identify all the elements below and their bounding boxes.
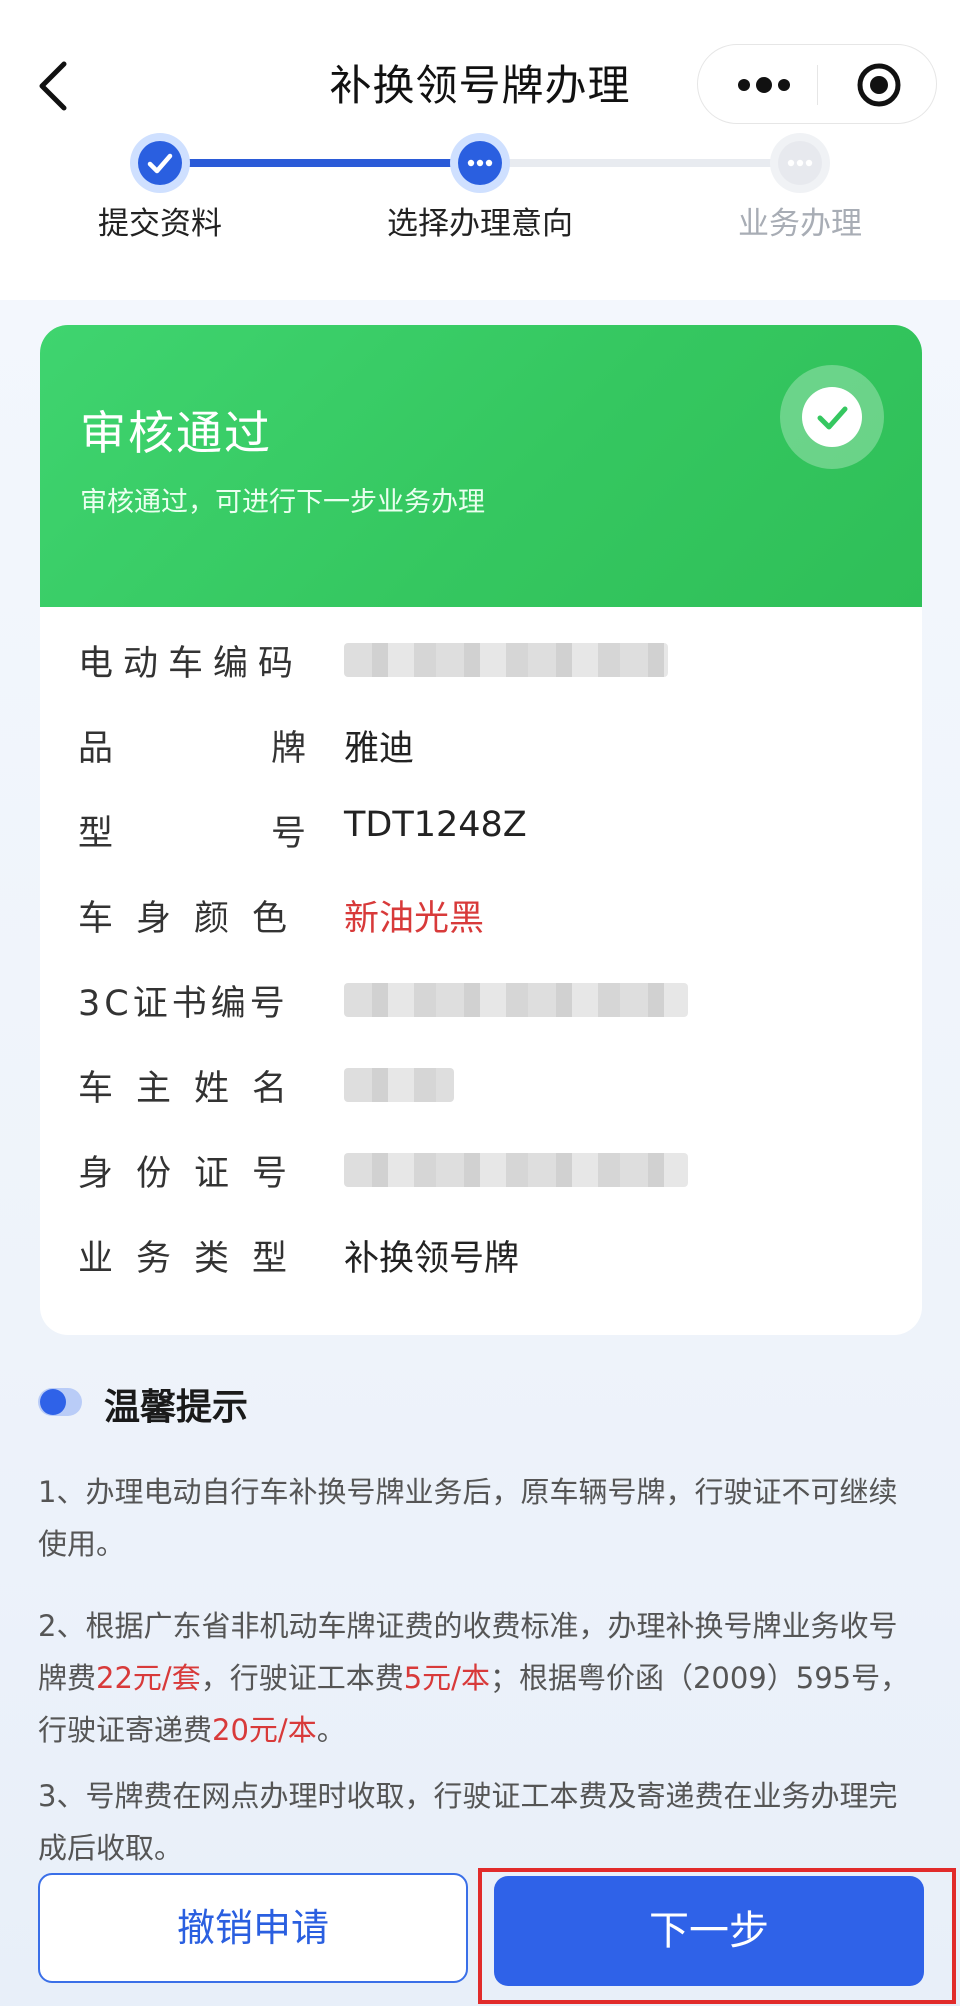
- detail-row-id-number: 身份证号: [40, 1145, 922, 1205]
- check-icon: [147, 153, 173, 174]
- detail-label: 型号: [78, 814, 306, 854]
- status-banner: 审核通过 审核通过，可进行下一步业务办理: [40, 325, 922, 607]
- fee-license: 5元/本: [403, 1661, 490, 1695]
- tips-title: 温馨提示: [104, 1387, 249, 1428]
- tip-item-3: 3、号牌费在网点办理时收取，行驶证工本费及寄递费在业务办理完成后收取。: [38, 1779, 898, 1865]
- cancel-application-button[interactable]: 撤销申请: [38, 1873, 468, 1983]
- detail-row-model: 型号 TDT1248Z: [40, 805, 922, 865]
- more-button[interactable]: [734, 73, 794, 97]
- next-step-button[interactable]: 下一步: [494, 1876, 924, 1986]
- detail-row-biz-type: 业务类型 补换领号牌: [40, 1230, 922, 1290]
- step-3-indicator: [770, 133, 830, 193]
- detail-row-color: 车身颜色 新油光黑: [40, 890, 922, 950]
- detail-row-3c-cert: 3C证书编号: [40, 975, 922, 1035]
- detail-label: 品牌: [78, 729, 306, 769]
- detail-label: 车主姓名: [78, 1069, 311, 1109]
- status-subtitle: 审核通过，可进行下一步业务办理: [80, 487, 485, 518]
- tip-item-1: 1、办理电动自行车补换号牌业务后，原车辆号牌，行驶证不可继续使用。: [38, 1475, 898, 1561]
- review-result-card: 审核通过 审核通过，可进行下一步业务办理 电动车编码 品牌 雅迪 型号 TDT1…: [40, 325, 922, 1335]
- detail-value: 雅迪: [344, 729, 415, 769]
- detail-label: 车身颜色: [78, 899, 311, 939]
- detail-label: 电动车编码: [78, 644, 304, 684]
- detail-row-brand: 品牌 雅迪: [40, 720, 922, 780]
- fee-postage: 20元/本: [212, 1713, 317, 1747]
- status-title: 审核通过: [80, 406, 272, 460]
- step-3-label: 业务办理: [738, 206, 862, 242]
- tip-toggle-icon: [38, 1387, 82, 1417]
- blurred-value: [344, 643, 668, 677]
- detail-label: 业务类型: [78, 1239, 311, 1279]
- tip-item-2: 2、根据广东省非机动车牌证费的收费标准，办理补换号牌业务收号牌费22元/套，行驶…: [38, 1609, 910, 1747]
- stepper-line-pending: [480, 159, 800, 167]
- close-button[interactable]: [855, 61, 903, 109]
- status-badge: [780, 365, 884, 469]
- detail-label: 3C证书编号: [78, 984, 289, 1024]
- blurred-value: [344, 983, 688, 1017]
- blurred-value: [344, 1068, 454, 1102]
- detail-row-ev-code: 电动车编码: [40, 635, 922, 695]
- mini-program-capsule: [697, 44, 937, 124]
- more-dots-icon: [738, 77, 790, 93]
- check-circle-icon: [817, 406, 848, 430]
- detail-value: 补换领号牌: [344, 1239, 520, 1279]
- fee-plate: 22元/套: [96, 1661, 201, 1695]
- step-1-label: 提交资料: [98, 206, 222, 242]
- ellipsis-icon: [787, 159, 813, 167]
- step-2-indicator: [450, 133, 510, 193]
- ellipsis-icon: [467, 159, 493, 167]
- detail-label: 身份证号: [78, 1154, 311, 1194]
- step-1-indicator: [130, 133, 190, 193]
- target-circle-icon: [857, 63, 901, 107]
- stepper-line-done: [160, 159, 480, 167]
- capsule-divider: [817, 65, 818, 105]
- detail-value: TDT1248Z: [344, 805, 527, 845]
- step-2-label: 选择办理意向: [387, 206, 573, 242]
- detail-value: 新油光黑: [344, 899, 485, 939]
- detail-row-owner: 车主姓名: [40, 1060, 922, 1120]
- blurred-value: [344, 1153, 688, 1187]
